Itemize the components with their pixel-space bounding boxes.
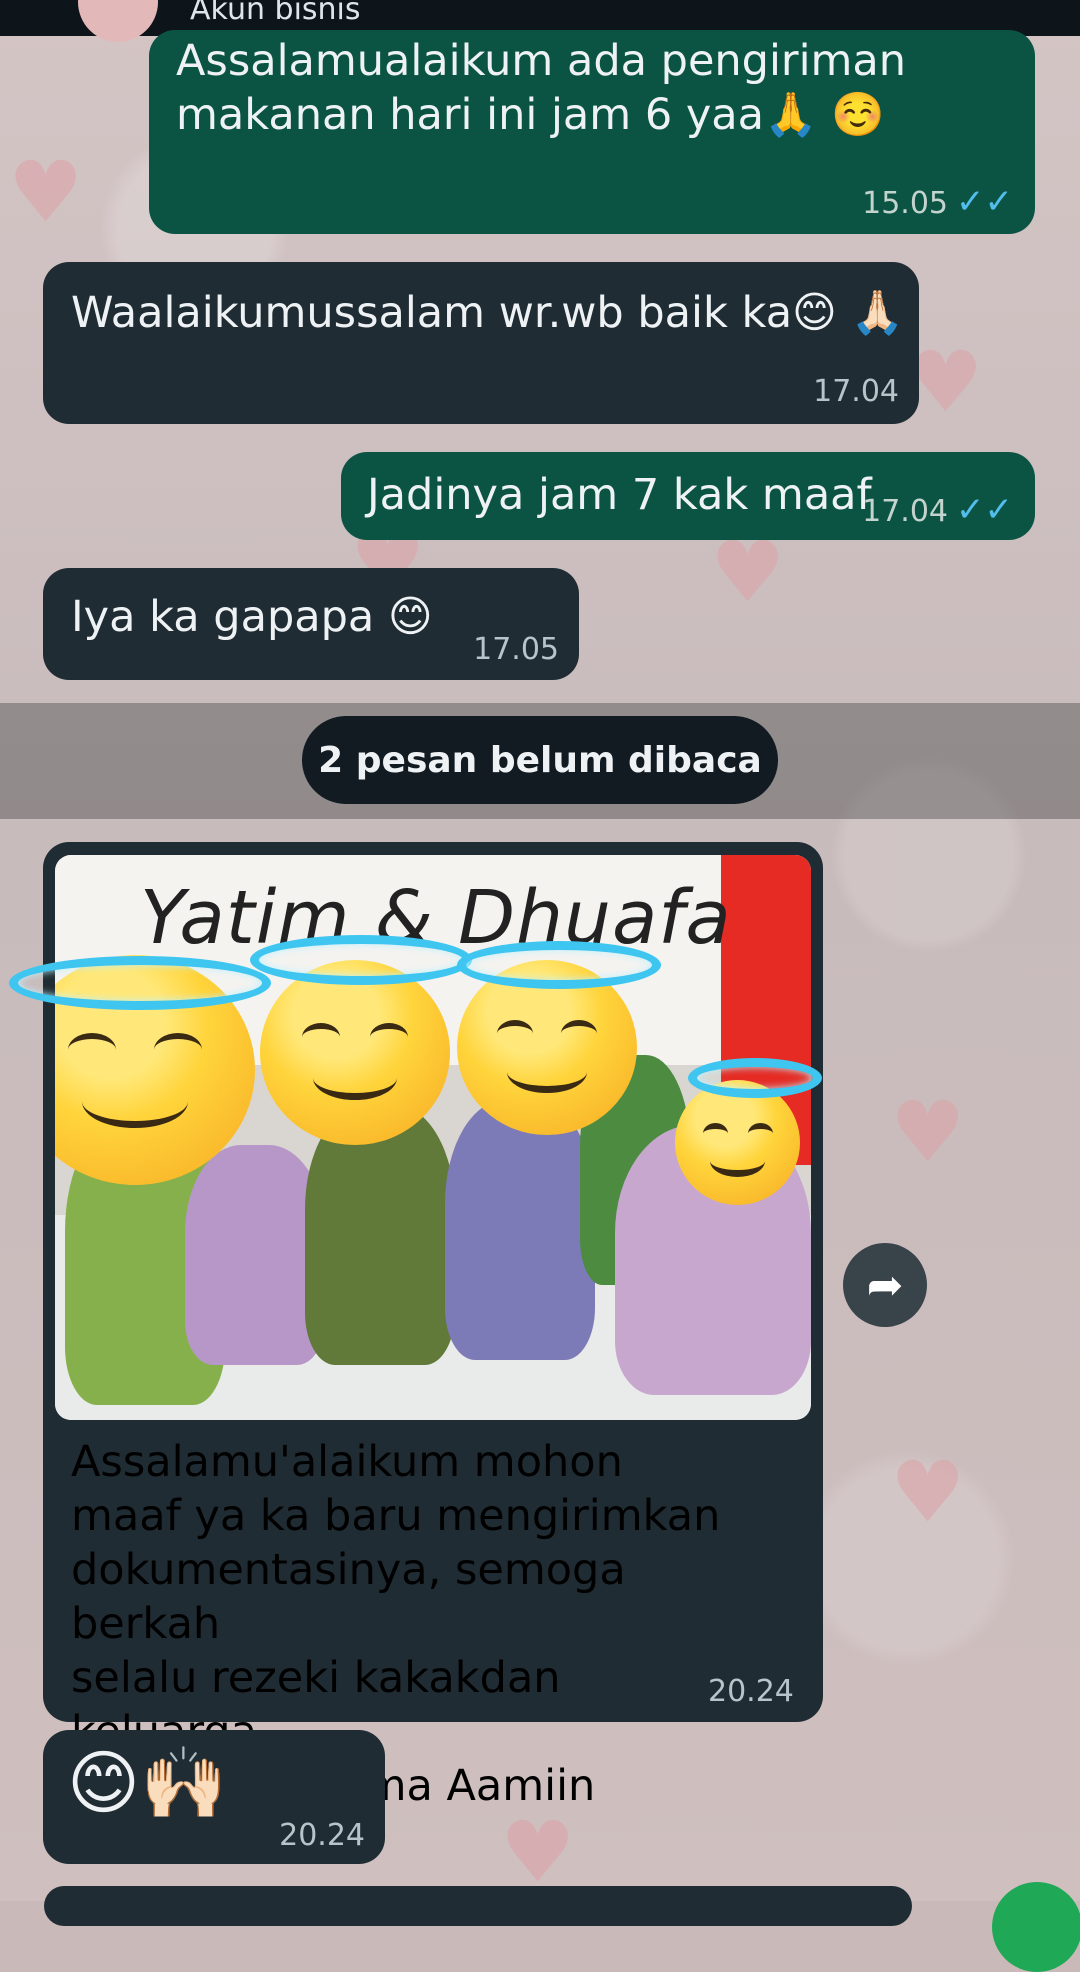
message-time: 17.05 [473,632,559,667]
message-time: 20.24 [708,1674,794,1709]
child-figure [445,1100,595,1360]
caption-line: Assalamu'alaikum mohon [71,1437,623,1487]
unread-messages-pill: 2 pesan belum dibaca [302,716,778,804]
wallpaper-heart: ♥ [908,333,984,431]
message-text: Waalaikumussalam wr.wb baik ka😊 🙏🏻 [71,288,905,338]
send-icon[interactable] [992,1882,1080,1972]
double-check-icon: ✓✓ [956,182,1013,222]
wallpaper-heart: ♥ [8,143,84,241]
wallpaper-heart: ♥ [890,1443,966,1541]
message-time-row: 17.04 ✓✓ [862,490,1013,530]
wallpaper-heart: ♥ [500,1803,576,1901]
forward-icon[interactable]: ➦ [843,1243,927,1327]
message-text: Iya ka gapapa 😊 [71,592,433,642]
halo-icon [457,941,661,989]
incoming-message[interactable]: Waalaikumussalam wr.wb baik ka😊 🙏🏻 17.04 [43,262,919,424]
wallpaper-heart: ♥ [710,523,786,621]
outgoing-message[interactable]: Jadinya jam 7 kak maaf 17.04 ✓✓ [341,452,1035,540]
wallpaper-heart: ♥ [890,1083,966,1181]
emoji-face-sticker [675,1080,800,1205]
message-time: 17.04 [813,374,899,409]
message-time-row: 15.05 ✓✓ [862,182,1013,222]
outgoing-message[interactable]: Assalamualaikum ada pengiriman makanan h… [149,30,1035,234]
next-message-preview[interactable] [44,1886,912,1926]
child-figure [305,1105,455,1365]
child-figure [185,1145,325,1365]
contact-subtitle: Akun bisnis [190,0,361,27]
incoming-message[interactable]: 😊🙌🏻 20.24 [43,1730,385,1864]
emoji-face-sticker [260,960,450,1145]
shared-photo[interactable]: Yatim & Dhuafa [55,855,811,1420]
message-time: 15.05 [862,186,949,221]
contact-avatar[interactable] [78,0,158,42]
halo-icon [688,1058,822,1098]
halo-icon [9,956,271,1010]
message-text: Jadinya jam 7 kak maaf [367,470,872,520]
message-text: 😊🙌🏻 [67,1742,228,1824]
caption-line: maaf ya ka baru mengirimkan [71,1491,721,1541]
incoming-message[interactable]: Iya ka gapapa 😊 17.05 [43,568,579,680]
message-time: 20.24 [279,1818,365,1853]
message-text: Assalamualaikum ada pengiriman makanan h… [176,36,907,140]
caption-line: dokumentasinya, semoga berkah [71,1545,626,1649]
double-check-icon: ✓✓ [956,490,1013,530]
message-time: 17.04 [862,494,949,529]
halo-icon [250,935,472,985]
